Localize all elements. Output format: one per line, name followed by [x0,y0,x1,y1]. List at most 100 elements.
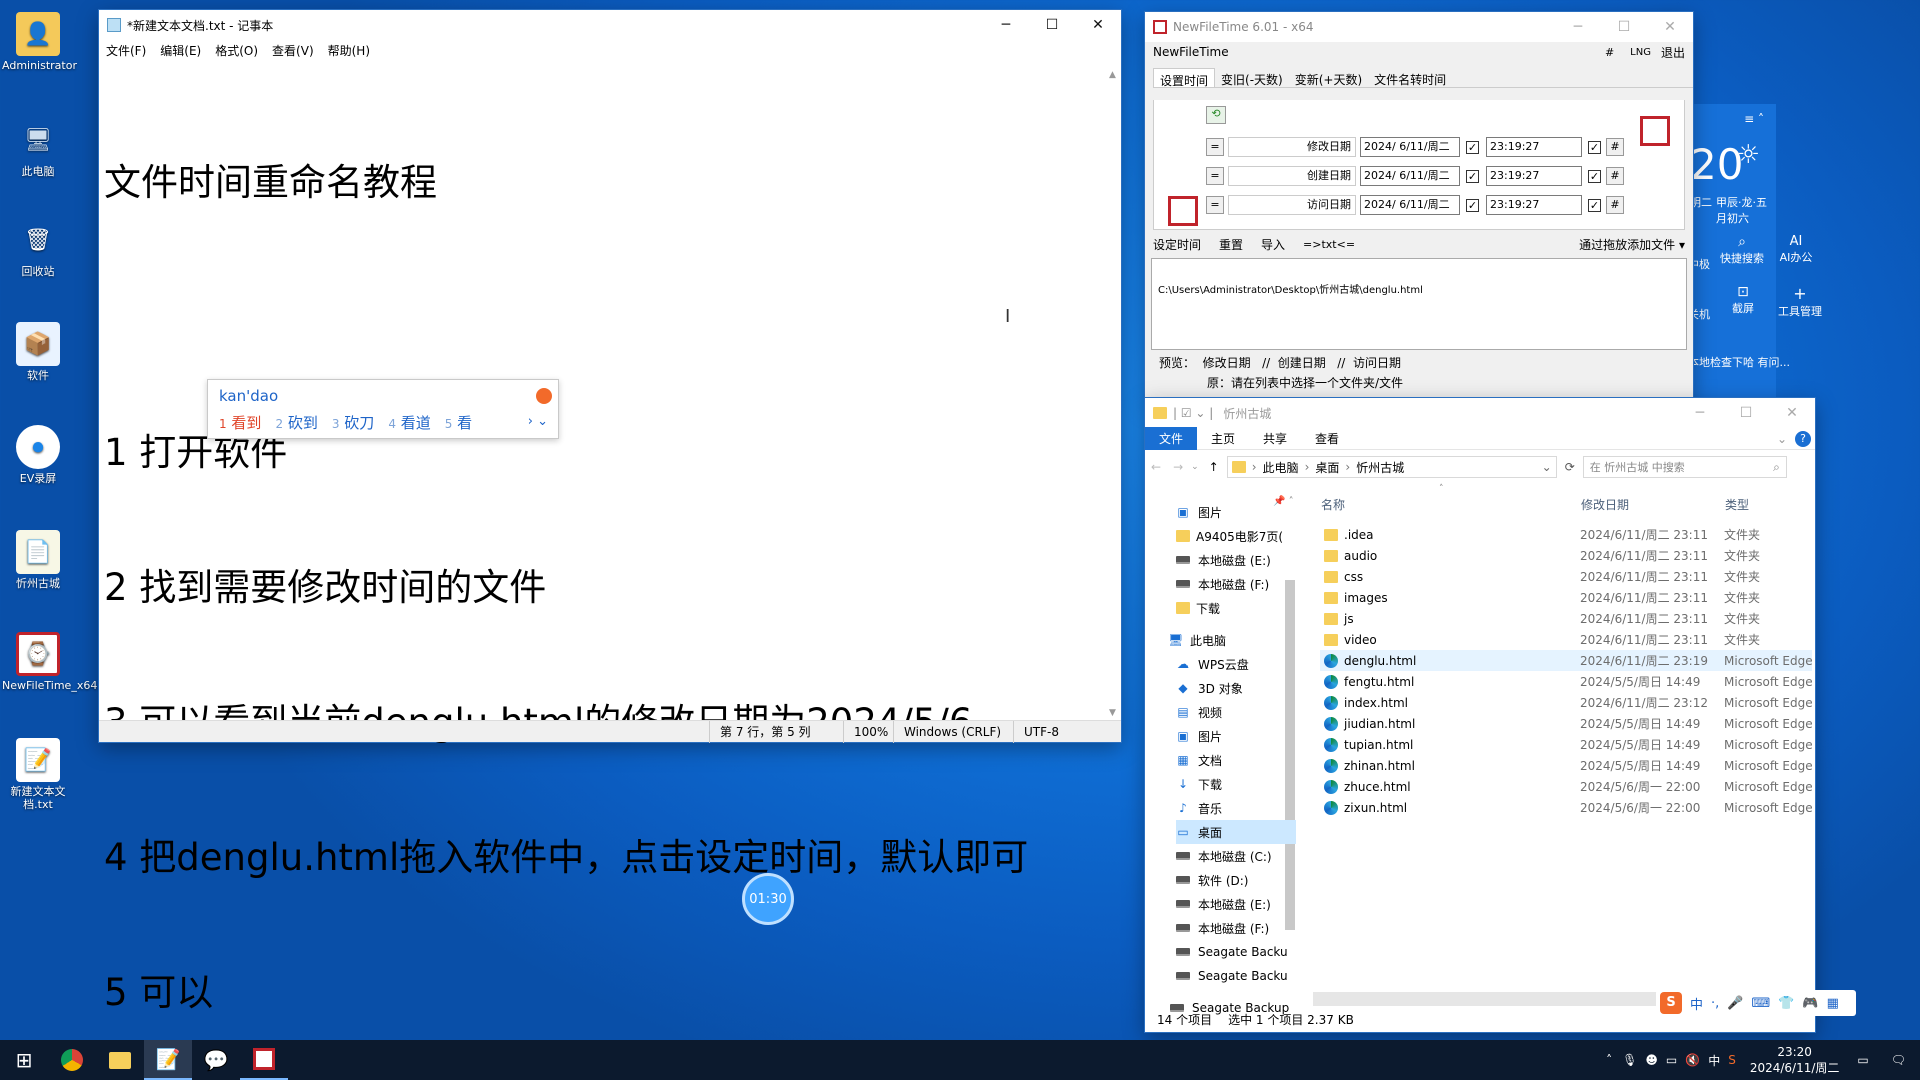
nav-item[interactable]: 下载 [1176,596,1296,620]
menu-format[interactable]: 格式(O) [215,42,258,59]
ime-skin-icon[interactable] [536,388,552,404]
txt-button[interactable]: =>txt<= [1303,238,1355,251]
widget-menu-icon[interactable]: ≡ ˄ [1744,112,1764,126]
ime-candidate[interactable]: 2 砍到 [275,412,317,433]
modify-date-picker[interactable]: 2024/ 6/11/周二 [1360,137,1460,157]
file-row[interactable]: .idea 2024/6/11/周二 23:11 文件夹 [1320,524,1812,545]
widget-notice[interactable]: 本地检查下哈 有问... [1688,354,1790,370]
ime-candidate[interactable]: 1 看到 [219,412,261,433]
hash-button[interactable]: # [1606,196,1624,214]
file-path-item[interactable]: C:\Users\Administrator\Desktop\忻州古城\deng… [1152,259,1686,296]
nav-item[interactable]: Seagate Backu [1176,964,1296,988]
create-date-picker[interactable]: 2024/ 6/11/周二 [1360,166,1460,186]
widget-ai-office[interactable]: AI AI办公 [1778,234,1814,265]
game-icon[interactable]: 🎮 [1802,996,1818,1011]
file-row[interactable]: zixun.html 2024/5/6/周一 22:00 Microsoft Edg… [1320,797,1812,818]
tab-newer[interactable]: 变新(+天数) [1289,68,1368,87]
recent-icon[interactable]: ⌄ [1191,462,1199,472]
tray-overflow-icon[interactable]: ˄ [1606,1053,1612,1067]
file-row[interactable]: images 2024/6/11/周二 23:11 文件夹 [1320,587,1812,608]
tab-set-time[interactable]: 设置时间 [1153,68,1216,88]
tray-volume-icon[interactable]: 🔇 [1685,1053,1700,1067]
keyboard-icon[interactable]: ⌨ [1751,996,1770,1011]
forward-icon[interactable]: → [1173,460,1183,474]
help-icon[interactable]: ? [1795,430,1811,447]
nav-item[interactable]: ↓ 下载 [1176,772,1296,796]
ime-candidate-window[interactable]: kan'dao 1 看到 2 砍到 3 砍刀 4 看道 5 看 › ⌄ [207,379,559,439]
nav-item[interactable]: ▣ 图片 [1176,724,1296,748]
desktop-icon-this-pc[interactable]: 🖥 此电脑 [2,118,74,178]
access-date-checkbox[interactable]: ✓ [1466,199,1479,212]
minimize-button[interactable]: ─ [1555,12,1601,42]
nav-item[interactable]: ▣ 图片 [1176,500,1296,524]
tray-language[interactable]: 中 [1708,1052,1720,1069]
search-box[interactable]: 在 忻州古城 中搜索 ⌕ [1582,456,1787,478]
modify-time-input[interactable]: 23:19:27 [1486,137,1582,157]
tab-older[interactable]: 变旧(-天数) [1215,68,1289,87]
nft-file-list[interactable]: C:\Users\Administrator\Desktop\忻州古城\deng… [1151,258,1687,350]
skin-icon[interactable]: 👕 [1778,996,1794,1011]
ribbon-share-tab[interactable]: 共享 [1249,427,1301,450]
nft-hash-button[interactable]: # [1605,46,1614,59]
ime-mode-toggle[interactable]: 中 [1690,994,1703,1013]
tray-sogou-icon[interactable]: S [1728,1053,1736,1067]
file-row[interactable]: js 2024/6/11/周二 23:11 文件夹 [1320,608,1812,629]
close-button[interactable]: ✕ [1769,398,1815,428]
notepad-titlebar[interactable]: *新建文本文档.txt - 记事本 ─ ☐ ✕ [99,10,1121,40]
ime-next-page-icon[interactable]: › ⌄ [528,414,548,429]
notepad-window[interactable]: *新建文本文档.txt - 记事本 ─ ☐ ✕ 文件(F) 编辑(E) 格式(O… [99,10,1121,1014]
file-row[interactable]: css 2024/6/11/周二 23:11 文件夹 [1320,566,1812,587]
desktop-icon-recycle-bin[interactable]: 🗑 回收站 [2,218,74,278]
nav-item[interactable]: 本地磁盘 (F:) [1176,916,1296,940]
desktop-icon-ev-recorder[interactable]: ⏺ EV录屏 [2,425,74,485]
widget-tools[interactable]: + 工具管理 [1776,284,1824,319]
equal-button[interactable]: = [1206,138,1224,156]
drag-drop-dropdown[interactable]: 通过拖放添加文件 ▾ [1579,236,1685,253]
nft-titlebar[interactable]: NewFileTime 6.01 - x64 ─ ☐ ✕ [1145,12,1693,42]
ime-candidate[interactable]: 5 看 [445,412,472,433]
vertical-scrollbar[interactable]: ▲ ▼ [1104,70,1121,718]
create-time-checkbox[interactable]: ✓ [1588,170,1601,183]
column-modified[interactable]: 修改日期 [1581,496,1725,516]
file-row[interactable]: zhuce.html 2024/5/6/周一 22:00 Microsoft Edg… [1320,776,1812,797]
taskbar-wechat[interactable]: 💬 [192,1040,240,1080]
microphone-icon[interactable]: 🎤 [1727,996,1743,1011]
hash-button[interactable]: # [1606,167,1624,185]
nav-item[interactable]: ▤ 视频 [1176,700,1296,724]
nav-item[interactable]: 本地磁盘 (E:) [1176,548,1296,572]
back-icon[interactable]: ← [1151,460,1161,474]
hash-button[interactable]: # [1606,138,1624,156]
breadcrumb-item[interactable]: 此电脑 [1263,459,1299,476]
nav-item[interactable]: 本地磁盘 (C:) [1176,844,1296,868]
access-time-checkbox[interactable]: ✓ [1588,199,1601,212]
tray-mic-icon[interactable]: 🎙 [1622,1053,1637,1067]
refresh-icon[interactable]: ⟲ [1206,106,1226,124]
maximize-button[interactable]: ☐ [1723,398,1769,428]
tray-wechat-icon[interactable]: ☻ [1645,1053,1658,1067]
equal-button[interactable]: = [1206,167,1224,185]
horizontal-scrollbar[interactable] [1313,992,1663,1006]
ime-candidate[interactable]: 3 砍刀 [332,412,374,433]
file-row[interactable]: tupian.html 2024/5/5/周日 14:49 Microsoft Ed… [1320,734,1812,755]
scroll-down-icon[interactable]: ▼ [1104,708,1121,718]
menu-file[interactable]: 文件(F) [106,42,146,59]
access-time-input[interactable]: 23:19:27 [1486,195,1582,215]
show-desktop-icon[interactable]: ▭ [1857,1053,1868,1067]
set-time-button[interactable]: 设定时间 [1153,236,1201,253]
breadcrumb-item[interactable]: 忻州古城 [1356,459,1404,476]
breadcrumb-item[interactable]: 桌面 [1315,459,1339,476]
nft-exit-button[interactable]: 退出 [1661,44,1685,61]
create-date-checkbox[interactable]: ✓ [1466,170,1479,183]
ime-punct-toggle[interactable]: ·, [1711,996,1719,1011]
modify-date-checkbox[interactable]: ✓ [1466,141,1479,154]
file-row[interactable]: index.html 2024/6/11/周二 23:12 Microsoft Ed… [1320,692,1812,713]
nav-item[interactable]: ▦ 文档 [1176,748,1296,772]
tray-network-icon[interactable]: ▭ [1666,1053,1677,1067]
nav-item[interactable]: ♪ 音乐 [1176,796,1296,820]
address-dropdown-icon[interactable]: ⌄ [1542,460,1552,474]
file-row[interactable]: fengtu.html 2024/5/5/周日 14:49 Microsoft Ed… [1320,671,1812,692]
ime-status-bar[interactable]: S 中 ·, 🎤 ⌨ 👕 🎮 ▦ [1656,990,1856,1016]
start-button[interactable]: ⊞ [0,1040,48,1080]
ribbon-expand-icon[interactable]: ⌄ [1777,432,1787,446]
desktop-icon-software[interactable]: 📦 软件 [2,322,74,382]
